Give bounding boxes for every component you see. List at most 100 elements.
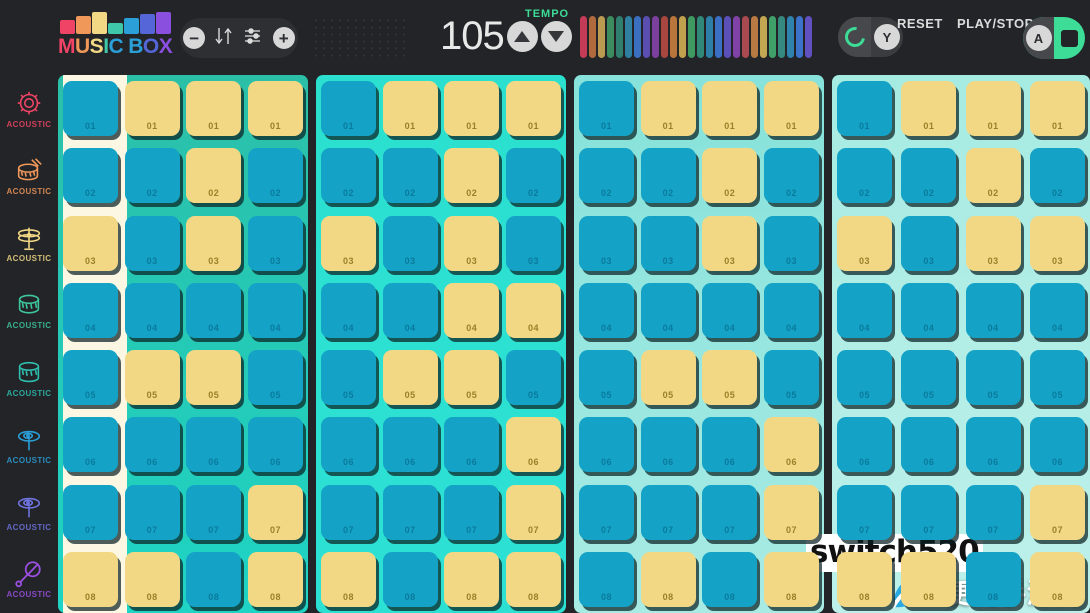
tempo-up-button[interactable] — [506, 20, 538, 52]
sequencer-cell[interactable]: 04 — [837, 282, 892, 338]
sequencer-cell[interactable]: 06 — [1029, 417, 1085, 473]
sequencer-cell[interactable]: 06 — [247, 417, 303, 473]
sequencer-cell[interactable]: 01 — [837, 81, 892, 136]
sequencer-cell[interactable]: 04 — [702, 282, 758, 338]
sidebar-item-crash-cymbal[interactable]: ACOUSTIC — [0, 479, 58, 546]
sequencer-cell[interactable]: 01 — [579, 81, 634, 136]
sequencer-cell[interactable]: 02 — [321, 148, 376, 204]
sequencer-cell[interactable]: 08 — [579, 551, 634, 607]
sequencer-cell[interactable]: 08 — [640, 551, 696, 607]
sequencer-cell[interactable]: 01 — [901, 81, 957, 136]
sequencer-cell[interactable]: 03 — [965, 215, 1021, 271]
sidebar-item-hi-hat[interactable]: ACOUSTIC — [0, 210, 58, 277]
sequencer-cell[interactable]: 07 — [247, 484, 303, 540]
sequencer-cell[interactable]: 02 — [763, 148, 819, 204]
sequencer-cell[interactable]: 05 — [186, 350, 242, 406]
sequencer-cell[interactable]: 08 — [247, 551, 303, 607]
sequencer-cell[interactable]: 04 — [901, 282, 957, 338]
sequencer-cell[interactable]: 05 — [837, 350, 892, 406]
sequencer-cell[interactable]: 02 — [382, 148, 438, 204]
sequencer-cell[interactable]: 06 — [837, 417, 892, 473]
sort-arrows-icon[interactable] — [212, 24, 236, 53]
sequencer-cell[interactable]: 04 — [965, 282, 1021, 338]
sequencer-cell[interactable]: 08 — [965, 551, 1021, 607]
sequencer-cell[interactable]: 04 — [186, 282, 242, 338]
sequencer-cell[interactable]: 01 — [321, 81, 376, 136]
sequencer-cell[interactable]: 02 — [1029, 148, 1085, 204]
sidebar-item-floor-tom[interactable]: ACOUSTIC — [0, 344, 58, 411]
sequencer-cell[interactable]: 05 — [321, 350, 376, 406]
sequencer-cell[interactable]: 04 — [124, 282, 180, 338]
sequencer-cell[interactable]: 01 — [186, 81, 242, 136]
sequencer-cell[interactable]: 05 — [702, 350, 758, 406]
sequencer-cell[interactable]: 06 — [901, 417, 957, 473]
sequencer-cell[interactable]: 03 — [640, 215, 696, 271]
sequencer-cell[interactable]: 08 — [702, 551, 758, 607]
sequencer-cell[interactable]: 08 — [382, 551, 438, 607]
sequencer-cell[interactable]: 07 — [124, 484, 180, 540]
sidebar-item-kick-drum[interactable]: ACOUSTIC — [0, 75, 58, 142]
sequencer-cell[interactable]: 05 — [763, 350, 819, 406]
sequencer-cell[interactable]: 02 — [124, 148, 180, 204]
sequencer-cell[interactable]: 06 — [702, 417, 758, 473]
sequencer-cell[interactable]: 01 — [63, 81, 118, 136]
sequencer-cell[interactable]: 04 — [579, 282, 634, 338]
sliders-icon[interactable] — [242, 24, 266, 53]
sequencer-cell[interactable]: 03 — [763, 215, 819, 271]
sequencer-cell[interactable]: 03 — [505, 215, 561, 271]
sequencer-cell[interactable]: 03 — [1029, 215, 1085, 271]
sequencer-cell[interactable]: 06 — [640, 417, 696, 473]
sequencer-cell[interactable]: 07 — [901, 484, 957, 540]
sequencer-cell[interactable]: 05 — [640, 350, 696, 406]
sequencer-cell[interactable]: 02 — [247, 148, 303, 204]
sequencer-cell[interactable]: 03 — [382, 215, 438, 271]
sequencer-cell[interactable]: 03 — [186, 215, 242, 271]
sequencer-cell[interactable]: 07 — [63, 484, 118, 540]
sequencer-cell[interactable]: 03 — [579, 215, 634, 271]
sequencer-cell[interactable]: 08 — [837, 551, 892, 607]
sequencer-cell[interactable]: 08 — [505, 551, 561, 607]
sequencer-cell[interactable]: 03 — [321, 215, 376, 271]
sequencer-cell[interactable]: 04 — [505, 282, 561, 338]
sequencer-cell[interactable]: 01 — [640, 81, 696, 136]
sidebar-item-snare-drum[interactable]: ACOUSTIC — [0, 142, 58, 209]
sequencer-cell[interactable]: 06 — [63, 417, 118, 473]
sequencer-cell[interactable]: 03 — [444, 215, 500, 271]
sequencer-cell[interactable]: 06 — [505, 417, 561, 473]
sequencer-cell[interactable]: 01 — [444, 81, 500, 136]
minus-button[interactable]: − — [183, 27, 206, 49]
sequencer-cell[interactable]: 06 — [321, 417, 376, 473]
sequencer-cell[interactable]: 02 — [965, 148, 1021, 204]
sequencer-cell[interactable]: 03 — [702, 215, 758, 271]
sequencer-cell[interactable]: 07 — [382, 484, 438, 540]
sequencer-cell[interactable]: 05 — [579, 350, 634, 406]
sequencer-cell[interactable]: 08 — [321, 551, 376, 607]
sequencer-cell[interactable]: 08 — [186, 551, 242, 607]
sequencer-cell[interactable]: 02 — [505, 148, 561, 204]
sequencer-cell[interactable]: 04 — [763, 282, 819, 338]
sequencer-cell[interactable]: 03 — [901, 215, 957, 271]
sequencer-cell[interactable]: 02 — [444, 148, 500, 204]
sequencer-cell[interactable]: 04 — [247, 282, 303, 338]
sequencer-cell[interactable]: 05 — [901, 350, 957, 406]
sequencer-cell[interactable]: 03 — [124, 215, 180, 271]
sequencer-cell[interactable]: 07 — [702, 484, 758, 540]
sequencer-cell[interactable]: 05 — [247, 350, 303, 406]
sequencer-cell[interactable]: 04 — [382, 282, 438, 338]
sequencer-cell[interactable]: 07 — [1029, 484, 1085, 540]
sidebar-item-shaker[interactable]: ACOUSTIC — [0, 546, 58, 613]
sequencer-cell[interactable]: 05 — [444, 350, 500, 406]
sidebar-item-ride-cymbal[interactable]: ACOUSTIC — [0, 411, 58, 478]
sequencer-cell[interactable]: 08 — [901, 551, 957, 607]
sequencer-cell[interactable]: 07 — [640, 484, 696, 540]
sequencer-cell[interactable]: 01 — [124, 81, 180, 136]
sequencer-cell[interactable]: 06 — [444, 417, 500, 473]
sequencer-cell[interactable]: 07 — [763, 484, 819, 540]
sequencer-cell[interactable]: 06 — [124, 417, 180, 473]
sequencer-cell[interactable]: 01 — [505, 81, 561, 136]
sequencer-cell[interactable]: 04 — [640, 282, 696, 338]
sequencer-cell[interactable]: 07 — [321, 484, 376, 540]
sidebar-item-tom-drum[interactable]: ACOUSTIC — [0, 277, 58, 344]
sequencer-cell[interactable]: 08 — [763, 551, 819, 607]
sequencer-cell[interactable]: 01 — [1029, 81, 1085, 136]
